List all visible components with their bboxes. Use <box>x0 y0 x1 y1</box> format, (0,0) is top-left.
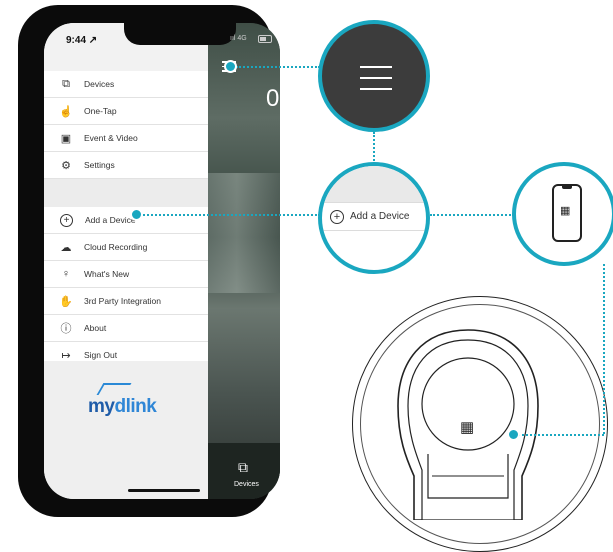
zoom-add-device: + Add a Device <box>318 162 430 274</box>
event-video-icon: ▣ <box>60 132 72 145</box>
sidebar-item-devices[interactable]: ⧉ Devices <box>44 71 208 98</box>
devices-icon: ⧉ <box>62 77 70 90</box>
drawer-spacer <box>44 179 208 207</box>
status-time: 9:44 ↗ <box>66 35 98 46</box>
plus-circle-icon: + <box>60 213 73 227</box>
add-device-label: Add a Device <box>350 211 410 222</box>
sidebar-item-label: About <box>84 323 107 333</box>
phone-notch <box>562 186 572 189</box>
sidebar-item-label: Add a Device <box>85 215 136 225</box>
mydlink-logo: mydlink <box>88 396 157 418</box>
zoom-hamburger-menu <box>318 20 430 132</box>
row-divider <box>322 202 426 203</box>
connector-dot <box>224 60 237 73</box>
phone-screen: 9:44 ↗ ııl 4G 0 ⧉ Devices ☝ One-Tap ▣ Ev… <box>44 23 280 499</box>
connector-line <box>236 66 320 68</box>
sidebar-item-add-device[interactable]: + Add a Device <box>44 207 208 234</box>
qr-code-icon: ▦ <box>560 205 571 217</box>
dock-label: Devices <box>234 481 259 488</box>
sidebar-item-settings[interactable]: ⚙ Settings <box>44 152 208 179</box>
logo-suffix: dlink <box>114 396 157 417</box>
plus-circle-icon: + <box>330 210 344 224</box>
battery-icon <box>258 35 272 43</box>
sidebar-item-about[interactable]: ⓘ About <box>44 315 208 342</box>
sidebar-item-label: Event & Video <box>84 133 138 143</box>
drawer-group-secondary: + Add a Device ☁ Cloud Recording ♀ What'… <box>44 207 208 369</box>
sidebar-item-label: 3rd Party Integration <box>84 296 162 306</box>
sidebar-item-label: One-Tap <box>84 106 117 116</box>
sidebar-item-label: Sign Out <box>84 350 118 360</box>
lightbulb-icon: ♀ <box>61 268 71 280</box>
logo-roof-icon <box>96 383 132 395</box>
signal-indicator: ııl 4G <box>230 35 247 42</box>
drawer-group-main: ⧉ Devices ☝ One-Tap ▣ Event & Video ⚙ Se… <box>44 71 208 179</box>
sidebar-item-3rd-party[interactable]: ✋ 3rd Party Integration <box>44 288 208 315</box>
handshake-icon: ✋ <box>59 295 73 308</box>
row-divider <box>322 230 426 231</box>
connector-line <box>518 434 604 436</box>
sidebar-item-whats-new[interactable]: ♀ What's New <box>44 261 208 288</box>
sidebar-item-cloud-recording[interactable]: ☁ Cloud Recording <box>44 234 208 261</box>
drawer-footer: mydlink <box>44 361 208 499</box>
connector-line <box>140 214 320 216</box>
phone-qr-icon: ▦ <box>552 184 582 242</box>
smartphone-frame: 9:44 ↗ ııl 4G 0 ⧉ Devices ☝ One-Tap ▣ Ev… <box>18 5 280 517</box>
zoom-spacer <box>322 166 426 202</box>
sidebar-item-label: Settings <box>84 160 115 170</box>
sidebar-item-label: Cloud Recording <box>84 242 148 252</box>
background-shade <box>208 173 280 293</box>
device-qr-code-icon: ▦ <box>460 419 475 436</box>
sidebar-item-label: What's New <box>84 269 130 279</box>
devices-icon: ⧉ <box>238 459 248 475</box>
info-icon: ⓘ <box>60 323 72 335</box>
side-drawer: ⧉ Devices ☝ One-Tap ▣ Event & Video ⚙ Se… <box>44 23 208 499</box>
sidebar-item-label: Devices <box>84 79 115 89</box>
logo-prefix: my <box>88 396 115 417</box>
connector-line <box>430 214 514 216</box>
hamburger-menu-icon <box>360 66 392 99</box>
connector-dot <box>130 208 143 221</box>
sidebar-item-one-tap[interactable]: ☝ One-Tap <box>44 98 208 125</box>
connector-line <box>603 264 605 434</box>
zoom-phone-scan: ▦ <box>512 162 613 266</box>
connector-dot <box>507 428 520 441</box>
connector-line <box>373 132 375 164</box>
devices-dock-button[interactable]: ⧉ Devices <box>208 443 280 499</box>
sidebar-item-event-video[interactable]: ▣ Event & Video <box>44 125 208 152</box>
touch-icon: ☝ <box>59 105 73 118</box>
status-bar: 9:44 ↗ ııl 4G <box>44 23 280 51</box>
home-indicator <box>128 489 200 492</box>
cloud-icon: ☁ <box>60 241 72 254</box>
gear-icon: ⚙ <box>61 159 71 172</box>
background-text: 0 <box>266 85 280 112</box>
